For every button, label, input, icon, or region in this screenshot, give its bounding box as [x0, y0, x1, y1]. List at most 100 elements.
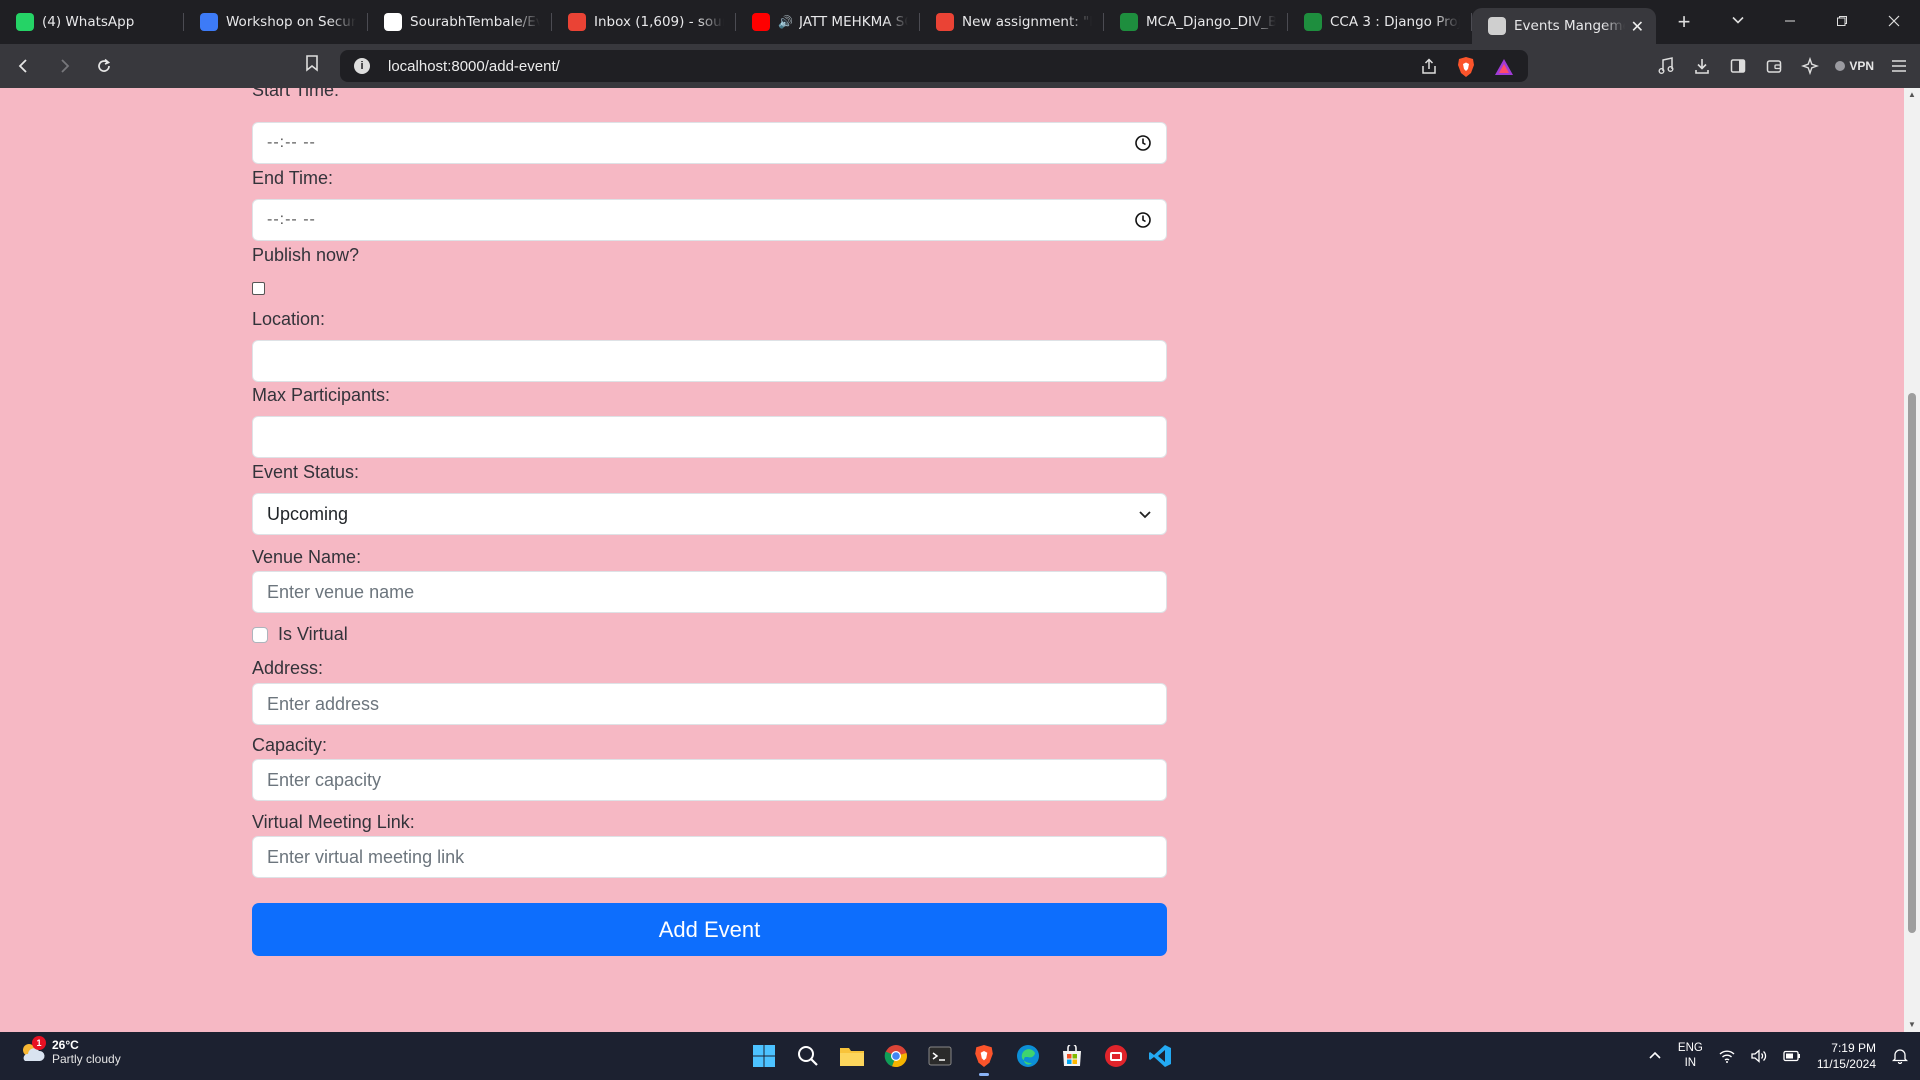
brave-shields-icon[interactable] — [1456, 56, 1476, 78]
browser-tab[interactable]: Events Mangeme ✕ — [1472, 8, 1656, 44]
browser-tab[interactable]: (4) WhatsApp — [0, 0, 184, 44]
clock-icon[interactable] — [1134, 134, 1152, 152]
audio-playing-icon[interactable]: 🔊 — [778, 15, 793, 29]
github-icon — [384, 13, 402, 31]
minimize-button[interactable] — [1764, 14, 1816, 31]
forward-button[interactable] — [48, 50, 80, 82]
end-time-input[interactable]: --:-- -- — [252, 199, 1167, 241]
gmail-icon — [568, 13, 586, 31]
show-hidden-icons-chevron-icon[interactable] — [1648, 1049, 1662, 1063]
terminal-icon[interactable] — [924, 1040, 956, 1072]
wifi-icon[interactable] — [1719, 1049, 1735, 1063]
weather-badge: 1 — [32, 1036, 46, 1050]
virtual-link-input[interactable]: Enter virtual meeting link — [252, 836, 1167, 878]
browser-tab[interactable]: New assignment: "LCA — [920, 0, 1104, 44]
scroll-down-icon[interactable]: ▼ — [1907, 1020, 1917, 1030]
notification-icon[interactable] — [1892, 1048, 1908, 1064]
event-status-select[interactable]: Upcoming — [252, 493, 1167, 535]
windows-start-icon[interactable] — [748, 1040, 780, 1072]
red-app-icon[interactable] — [1100, 1040, 1132, 1072]
browser-tab[interactable]: MCA_Django_DIV_B — [1104, 0, 1288, 44]
share-icon[interactable] — [1420, 58, 1438, 76]
volume-icon[interactable] — [1751, 1049, 1767, 1063]
new-tab-button[interactable]: + — [1670, 9, 1698, 35]
capacity-placeholder: Enter capacity — [267, 769, 382, 790]
tab-label: CCA 3 : Django Projec — [1330, 14, 1460, 30]
tab-search-chevron-icon[interactable] — [1712, 13, 1764, 31]
media-icon[interactable] — [1655, 55, 1677, 77]
address-bar[interactable]: i localhost:8000/add-event/ — [340, 50, 1528, 82]
vpn-button[interactable]: VPN — [1835, 59, 1874, 73]
chevron-down-icon — [1139, 511, 1151, 519]
reload-button[interactable] — [88, 50, 120, 82]
virtual-link-label: Virtual Meeting Link: — [252, 812, 415, 832]
end-time-label: End Time: — [252, 168, 334, 188]
language-line2: IN — [1684, 1057, 1697, 1069]
tab-label: (4) WhatsApp — [42, 14, 135, 30]
address-label: Address: — [252, 658, 324, 678]
chrome-icon[interactable] — [880, 1040, 912, 1072]
search-icon[interactable] — [792, 1040, 824, 1072]
scroll-up-icon[interactable]: ▲ — [1907, 90, 1917, 100]
clock-icon[interactable] — [1134, 211, 1152, 229]
windows-taskbar: 1 26°C Partly cloudy ENG IN 7:19 PM 11/1… — [0, 1032, 1920, 1080]
event-status-value: Upcoming — [267, 503, 349, 524]
close-window-button[interactable] — [1868, 14, 1920, 31]
language-indicator[interactable]: ENG IN — [1678, 1041, 1703, 1071]
venue-name-placeholder: Enter venue name — [267, 581, 415, 602]
bookmark-button[interactable] — [304, 54, 320, 77]
edge-icon[interactable] — [1012, 1040, 1044, 1072]
tab-label: SourabhTembale/Even — [410, 14, 540, 30]
close-tab-icon[interactable]: ✕ — [1631, 17, 1644, 36]
battery-icon[interactable] — [1783, 1050, 1801, 1062]
tab-label: Inbox (1,609) - sourab — [594, 14, 724, 30]
taskbar-apps — [748, 1040, 1176, 1076]
start-time-placeholder: --:-- -- — [267, 134, 316, 151]
vscode-icon[interactable] — [1144, 1040, 1176, 1072]
clock-time: 7:19 PM — [1831, 1041, 1876, 1055]
tab-label: MCA_Django_DIV_B — [1146, 14, 1276, 30]
start-time-input[interactable]: --:-- -- — [252, 122, 1167, 164]
brave-browser-icon[interactable] — [968, 1040, 1000, 1076]
site-info-icon[interactable]: i — [354, 58, 370, 74]
end-time-placeholder: --:-- -- — [267, 211, 316, 228]
clock-date: 11/15/2024 — [1816, 1057, 1876, 1071]
venue-name-input[interactable]: Enter venue name — [252, 571, 1167, 613]
add-event-button[interactable]: Add Event — [252, 903, 1167, 956]
restore-button[interactable] — [1816, 14, 1868, 31]
browser-tab[interactable]: CCA 3 : Django Projec — [1288, 0, 1472, 44]
url-text[interactable]: localhost:8000/add-event/ — [388, 58, 560, 75]
browser-tab[interactable]: Workshop on Securing — [184, 0, 368, 44]
page-content: Start Time: --:-- -- End Time: --:-- -- … — [0, 88, 1904, 1032]
browser-tab[interactable]: Inbox (1,609) - sourab — [552, 0, 736, 44]
forward-arrow-icon — [61, 59, 70, 73]
wallet-icon[interactable] — [1763, 55, 1785, 77]
file-explorer-icon[interactable] — [836, 1040, 868, 1072]
brave-rewards-icon[interactable] — [1494, 58, 1514, 76]
tab-label: Workshop on Securing — [226, 14, 356, 30]
sidebar-icon[interactable] — [1727, 55, 1749, 77]
downloads-icon[interactable] — [1691, 55, 1713, 77]
browser-tab[interactable]: SourabhTembale/Even — [368, 0, 552, 44]
browser-tab[interactable]: 🔊 JATT MEHKMA SO — [736, 0, 920, 44]
is-virtual-label[interactable]: Is Virtual — [278, 624, 348, 645]
system-clock[interactable]: 7:19 PM 11/15/2024 — [1817, 1040, 1876, 1072]
address-placeholder: Enter address — [267, 693, 380, 714]
scrollbar-thumb[interactable] — [1908, 393, 1916, 933]
weather-widget[interactable]: 1 26°C Partly cloudy — [18, 1036, 121, 1066]
max-participants-input[interactable] — [252, 416, 1167, 458]
is-virtual-checkbox[interactable] — [252, 626, 268, 643]
back-button[interactable] — [8, 50, 40, 82]
leo-ai-icon[interactable] — [1799, 55, 1821, 77]
address-input[interactable]: Enter address — [252, 683, 1167, 725]
reload-icon — [98, 58, 111, 72]
capacity-input[interactable]: Enter capacity — [252, 759, 1167, 801]
whatsapp-icon — [16, 13, 34, 31]
publish-checkbox[interactable] — [252, 282, 265, 295]
microsoft-store-icon[interactable] — [1056, 1040, 1088, 1072]
publish-label: Publish now? — [252, 245, 360, 265]
page-scrollbar[interactable]: ▲ ▼ — [1904, 88, 1920, 1032]
menu-icon[interactable] — [1888, 55, 1910, 77]
location-input[interactable] — [252, 340, 1167, 382]
tab-label: New assignment: "LCA — [962, 14, 1092, 30]
